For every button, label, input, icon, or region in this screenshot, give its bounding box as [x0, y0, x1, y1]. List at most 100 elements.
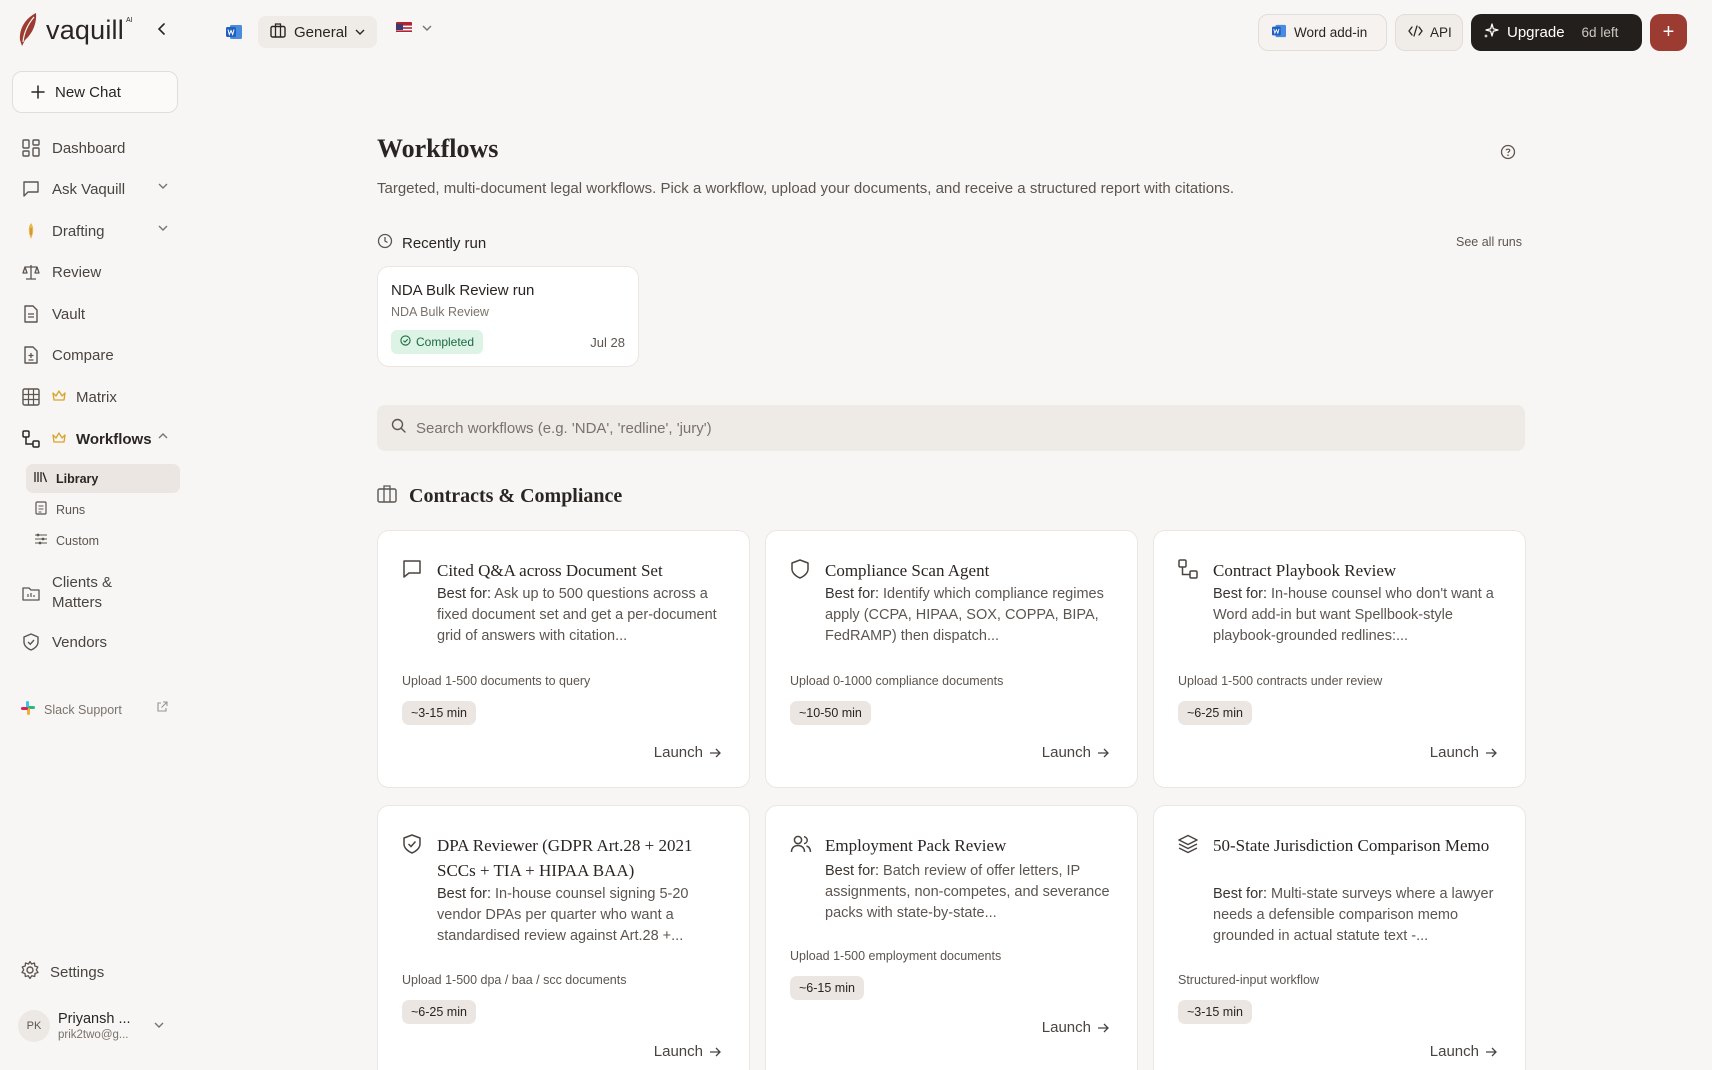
sidebar-subitem-library[interactable]: Library: [26, 464, 180, 493]
status-label: Completed: [416, 335, 475, 349]
api-label: API: [1430, 25, 1452, 40]
scale-icon: [20, 261, 42, 283]
workflow-card[interactable]: DPA Reviewer (GDPR Art.28 + 2021 SCCs + …: [377, 805, 750, 1070]
user-name: Priyansh ...: [58, 1011, 131, 1027]
sidebar-item-label: Matrix: [76, 388, 117, 406]
add-button[interactable]: +: [1650, 14, 1687, 51]
sidebar-item-label: Clients & Matters: [52, 574, 113, 611]
check-circle-icon: [400, 335, 411, 349]
clock-icon: [377, 233, 393, 253]
workflow-title: 50-State Jurisdiction Comparison Memo: [1213, 836, 1490, 855]
sidebar-subitem-runs[interactable]: Runs: [26, 495, 180, 524]
workflow-icon: [20, 428, 42, 450]
user-email: prik2two@g...: [58, 1029, 129, 1041]
jurisdiction-select[interactable]: [396, 22, 432, 33]
launch-button[interactable]: Launch: [654, 744, 721, 761]
workflow-title: Cited Q&A across Document Set: [437, 561, 663, 580]
launch-button[interactable]: Launch: [1042, 744, 1109, 761]
workflow-card[interactable]: Compliance Scan Agent Best for: Identify…: [765, 530, 1138, 788]
sidebar-subitem-custom[interactable]: Custom: [26, 526, 180, 555]
plus-icon: +: [1662, 21, 1675, 43]
search-input[interactable]: [416, 419, 1516, 437]
api-button[interactable]: API: [1395, 14, 1463, 51]
workflow-duration-badge: ~3-15 min: [402, 701, 476, 725]
launch-button[interactable]: Launch: [1430, 744, 1497, 761]
workspace-select[interactable]: General: [258, 16, 378, 48]
sidebar: vaquill AI New Chat Dashboard Ask Vaquil…: [0, 0, 190, 1070]
code-icon: [1408, 25, 1423, 40]
status-badge: Completed: [391, 330, 484, 354]
recent-run-card[interactable]: NDA Bulk Review run NDA Bulk Review Comp…: [377, 266, 639, 367]
best-for-label: Best for:: [825, 863, 879, 879]
slack-support-link[interactable]: Slack Support: [20, 700, 170, 719]
folder-chart-icon: [20, 582, 42, 604]
help-icon[interactable]: [1500, 144, 1516, 165]
brand-logo[interactable]: vaquill AI: [16, 10, 135, 50]
best-for-label: Best for:: [437, 586, 491, 602]
sidebar-item-ask-vaquill[interactable]: Ask Vaquill: [12, 171, 180, 207]
word-icon[interactable]: [225, 24, 243, 40]
layers-icon: [1178, 834, 1198, 859]
launch-button[interactable]: Launch: [1042, 1019, 1109, 1036]
workflow-card[interactable]: Cited Q&A across Document Set Best for: …: [377, 530, 750, 788]
arrow-right-icon: [1486, 1047, 1497, 1056]
sidebar-item-review[interactable]: Review: [12, 254, 180, 290]
launch-label: Launch: [653, 744, 703, 761]
workflow-card[interactable]: Employment Pack Review Best for: Batch r…: [765, 805, 1138, 1070]
chevron-down-icon: [355, 29, 365, 35]
run-title: NDA Bulk Review run: [391, 282, 535, 299]
quill-logo-icon: [16, 12, 42, 48]
launch-label: Launch: [1429, 1043, 1479, 1060]
sidebar-item-clients-matters[interactable]: Clients & Matters: [12, 570, 180, 616]
workflow-search[interactable]: [377, 405, 1525, 451]
collapse-sidebar-button[interactable]: [150, 17, 174, 41]
new-chat-label: New Chat: [55, 83, 121, 101]
sidebar-item-dashboard[interactable]: Dashboard: [12, 130, 180, 166]
workflow-upload-info: Upload 1-500 dpa / baa / scc documents: [402, 973, 627, 987]
word-addin-button[interactable]: Word add-in: [1258, 14, 1387, 51]
recently-run-header: Recently run: [377, 233, 486, 253]
sidebar-item-label: Dashboard: [52, 139, 126, 157]
sidebar-item-compare[interactable]: Compare: [12, 337, 180, 373]
workflow-duration-badge: ~6-15 min: [790, 976, 864, 1000]
arrow-right-icon: [710, 1047, 721, 1056]
workflow-card[interactable]: Contract Playbook Review Best for: In-ho…: [1153, 530, 1526, 788]
page-title: Workflows: [377, 134, 499, 163]
workflow-title: Employment Pack Review: [825, 836, 1007, 855]
workflow-card[interactable]: 50-State Jurisdiction Comparison Memo Be…: [1153, 805, 1526, 1070]
compare-document-icon: [20, 344, 42, 366]
users-icon: [790, 834, 812, 859]
runs-icon: [34, 501, 48, 518]
workflow-title: Contract Playbook Review: [1213, 561, 1397, 580]
arrow-right-icon: [1098, 1023, 1109, 1032]
workflow-upload-info: Upload 1-500 documents to query: [402, 674, 591, 688]
sparkle-icon: [1483, 22, 1500, 43]
workflow-title: DPA Reviewer (GDPR Art.28 + 2021 SCCs + …: [437, 836, 693, 880]
new-chat-button[interactable]: New Chat: [12, 71, 178, 113]
sidebar-item-matrix[interactable]: Matrix: [12, 379, 180, 415]
slack-icon: [20, 700, 36, 719]
sidebar-item-workflows[interactable]: Workflows: [12, 421, 180, 457]
launch-button[interactable]: Launch: [654, 1043, 721, 1060]
run-workflow-name: NDA Bulk Review: [391, 305, 489, 319]
upgrade-label: Upgrade: [1507, 24, 1565, 41]
workflow-upload-info: Upload 1-500 employment documents: [790, 949, 1002, 963]
workflow-description: Best for: Ask up to 500 questions across…: [437, 584, 729, 647]
see-all-runs-link[interactable]: See all runs: [1456, 235, 1522, 249]
sidebar-item-drafting[interactable]: Drafting: [12, 213, 180, 249]
upgrade-button[interactable]: Upgrade 6d left: [1471, 14, 1642, 51]
workflow-description: Best for: In-house counsel signing 5-20 …: [437, 884, 729, 947]
sidebar-item-label: Vault: [52, 305, 86, 323]
workflow-duration-badge: ~6-25 min: [402, 1000, 476, 1024]
sidebar-item-vault[interactable]: Vault: [12, 296, 180, 332]
chat-bubble-icon: [20, 178, 42, 200]
sidebar-subitem-label: Custom: [56, 533, 100, 548]
crown-icon: [52, 431, 66, 448]
user-menu[interactable]: PK Priyansh ... prik2two@g...: [18, 1006, 174, 1046]
best-for-label: Best for:: [437, 886, 491, 902]
settings-link[interactable]: Settings: [20, 960, 104, 984]
launch-button[interactable]: Launch: [1430, 1043, 1497, 1060]
chevron-down-icon: [154, 1022, 164, 1028]
sidebar-item-vendors[interactable]: Vendors: [12, 624, 180, 660]
launch-label: Launch: [653, 1043, 703, 1060]
